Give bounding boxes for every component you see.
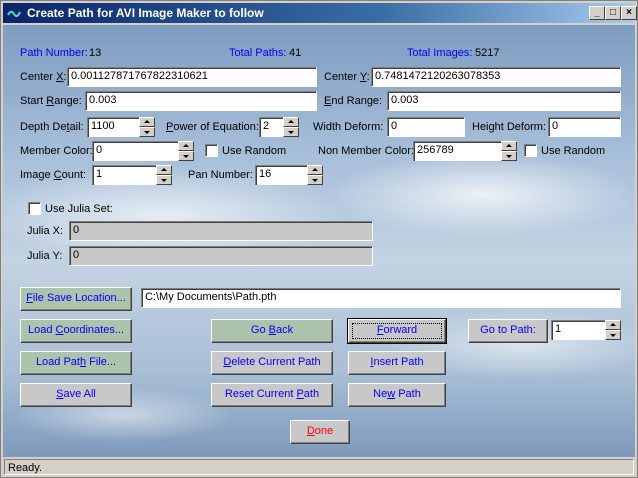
- start-range-input[interactable]: 0.003: [85, 91, 317, 111]
- width-deform-input[interactable]: 0: [387, 117, 465, 137]
- spin-up-icon[interactable]: [605, 320, 621, 330]
- julia-y-label: Julia Y:: [27, 250, 63, 262]
- spin-down-icon[interactable]: [307, 175, 323, 185]
- center-y-label: Center Y:: [324, 71, 370, 83]
- spin-down-icon[interactable]: [178, 151, 194, 161]
- go-to-path-input[interactable]: 1: [551, 320, 605, 340]
- image-count-label: Image Count:: [20, 169, 87, 181]
- spin-down-icon[interactable]: [605, 330, 621, 340]
- center-x-input[interactable]: 0.001127871767822310621: [67, 67, 317, 87]
- go-back-button[interactable]: Go Back: [211, 319, 333, 343]
- julia-y-input[interactable]: 0: [69, 246, 373, 266]
- end-range-input[interactable]: 0.003: [387, 91, 621, 111]
- end-range-label: End Range:: [324, 95, 383, 107]
- use-random-member-label: Use Random: [222, 145, 287, 157]
- new-path-button[interactable]: New Path: [348, 383, 446, 407]
- power-spinner[interactable]: 2: [259, 117, 299, 137]
- spin-down-icon[interactable]: [283, 127, 299, 137]
- load-coordinates-button[interactable]: Load Coordinates...: [20, 319, 132, 343]
- app-icon: [7, 10, 21, 18]
- reset-current-path-button[interactable]: Reset Current Path: [211, 383, 333, 407]
- use-random-nonmember-label: Use Random: [541, 145, 606, 157]
- spin-up-icon[interactable]: [283, 117, 299, 127]
- member-color-label: Member Color:: [20, 145, 93, 157]
- go-to-path-button[interactable]: Go to Path:: [468, 319, 548, 343]
- center-y-input[interactable]: 0.7481472120263078353: [371, 67, 621, 87]
- use-julia-label: Use Julia Set:: [45, 203, 113, 215]
- use-julia-checkbox[interactable]: [28, 202, 41, 215]
- height-deform-label: Height Deform:: [472, 121, 546, 133]
- use-random-nonmember-checkbox[interactable]: [524, 144, 537, 157]
- total-paths-value: 41: [289, 47, 302, 59]
- maximize-icon: □: [609, 7, 617, 18]
- file-save-location-button[interactable]: File Save Location...: [20, 287, 132, 311]
- use-random-member-checkbox[interactable]: [205, 144, 218, 157]
- image-count-spinner[interactable]: 1: [92, 165, 172, 185]
- go-to-path-spinner[interactable]: 1: [551, 320, 621, 340]
- forward-button[interactable]: Forward: [347, 318, 447, 344]
- center-x-label: Center X:: [20, 71, 67, 83]
- app-window: Create Path for AVI Image Maker to follo…: [0, 0, 638, 478]
- delete-current-path-button[interactable]: Delete Current Path: [211, 351, 333, 375]
- path-number-value: 13: [89, 47, 102, 59]
- done-button[interactable]: Done: [290, 420, 350, 444]
- non-member-color-label: Non Member Color:: [318, 145, 414, 157]
- non-member-color-spinner[interactable]: 256789: [413, 141, 517, 161]
- height-deform-input[interactable]: 0: [548, 117, 621, 137]
- title-bar[interactable]: Create Path for AVI Image Maker to follo…: [3, 3, 637, 23]
- julia-x-input[interactable]: 0: [69, 221, 373, 241]
- status-text: Ready.: [4, 459, 634, 475]
- spin-up-icon[interactable]: [501, 141, 517, 151]
- width-deform-label: Width Deform:: [313, 121, 384, 133]
- image-count-input[interactable]: 1: [92, 165, 156, 185]
- depth-detail-spinner[interactable]: 1100: [87, 117, 155, 137]
- file-path-input[interactable]: C:\My Documents\Path.pth: [141, 288, 621, 308]
- path-number-label: Path Number:: [20, 47, 88, 59]
- member-color-input[interactable]: 0: [92, 141, 178, 161]
- spin-down-icon[interactable]: [156, 175, 172, 185]
- window-title: Create Path for AVI Image Maker to follo…: [27, 6, 264, 20]
- minimize-button[interactable]: _: [589, 6, 605, 20]
- pan-number-input[interactable]: 16: [255, 165, 307, 185]
- power-label: Power of Equation:: [166, 121, 259, 133]
- spin-down-icon[interactable]: [139, 127, 155, 137]
- total-images-label: Total Images:: [407, 47, 473, 59]
- save-all-button[interactable]: Save All: [20, 383, 132, 407]
- spin-up-icon[interactable]: [139, 117, 155, 127]
- total-images-value: 5217: [475, 47, 500, 59]
- spin-up-icon[interactable]: [178, 141, 194, 151]
- power-input[interactable]: 2: [259, 117, 283, 137]
- close-icon: ×: [626, 7, 632, 18]
- pan-number-label: Pan Number:: [188, 169, 253, 181]
- load-path-file-button[interactable]: Load Path File...: [20, 351, 132, 375]
- form-area: Path Number: 13 Total Paths: 41 Total Im…: [3, 25, 635, 457]
- member-color-spinner[interactable]: 0: [92, 141, 194, 161]
- status-bar: Ready.: [3, 458, 635, 476]
- start-range-label: Start Range:: [20, 95, 82, 107]
- total-paths-label: Total Paths:: [229, 47, 287, 59]
- close-button[interactable]: ×: [621, 6, 637, 20]
- spin-up-icon[interactable]: [307, 165, 323, 175]
- maximize-button[interactable]: □: [605, 6, 621, 20]
- depth-detail-label: Depth Detail:: [20, 121, 84, 133]
- depth-detail-input[interactable]: 1100: [87, 117, 139, 137]
- spin-down-icon[interactable]: [501, 151, 517, 161]
- julia-x-label: Julia X:: [27, 225, 64, 237]
- non-member-color-input[interactable]: 256789: [413, 141, 501, 161]
- pan-number-spinner[interactable]: 16: [255, 165, 323, 185]
- insert-path-button[interactable]: Insert Path: [348, 351, 446, 375]
- spin-up-icon[interactable]: [156, 165, 172, 175]
- minimize-icon: _: [594, 7, 600, 18]
